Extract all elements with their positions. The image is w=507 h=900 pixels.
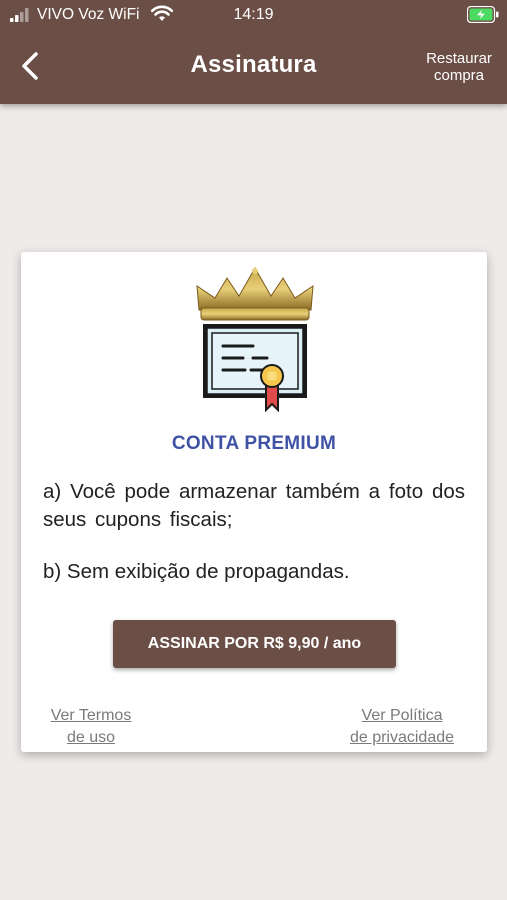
- terms-link-line2: de uso: [66, 729, 116, 746]
- premium-title: CONTA PREMIUM: [171, 433, 337, 454]
- premium-card: CONTA PREMIUM a) Você pode armazenar tam…: [21, 252, 487, 752]
- privacy-link-line1: Ver Política: [361, 707, 443, 724]
- privacy-policy-link[interactable]: Ver Política de privacidade: [337, 705, 467, 749]
- subscribe-button[interactable]: ASSINAR POR R$ 9,90 / ano: [113, 620, 396, 668]
- privacy-link-line2: de privacidade: [349, 729, 455, 746]
- terms-of-use-link[interactable]: Ver Termos de uso: [41, 705, 141, 749]
- app-header: VIVO Voz WiFi 14:19 Assinatura Restaurar…: [0, 0, 507, 104]
- crown-certificate-icon: [196, 266, 314, 413]
- restore-label-line1: Restaurar: [426, 50, 492, 67]
- restore-purchase-button[interactable]: Restaurar compra: [419, 50, 499, 84]
- benefit-no-ads: b) Sem exibição de propagandas.: [43, 560, 350, 583]
- terms-link-line1: Ver Termos: [50, 707, 132, 724]
- benefit-photo-receipts: a) Você pode armazenar também a foto dos…: [43, 480, 465, 531]
- battery-charging-icon: [467, 6, 499, 23]
- restore-label-line2: compra: [433, 67, 485, 84]
- status-time: 14:19: [233, 6, 274, 23]
- status-bar: VIVO Voz WiFi 14:19: [0, 0, 507, 30]
